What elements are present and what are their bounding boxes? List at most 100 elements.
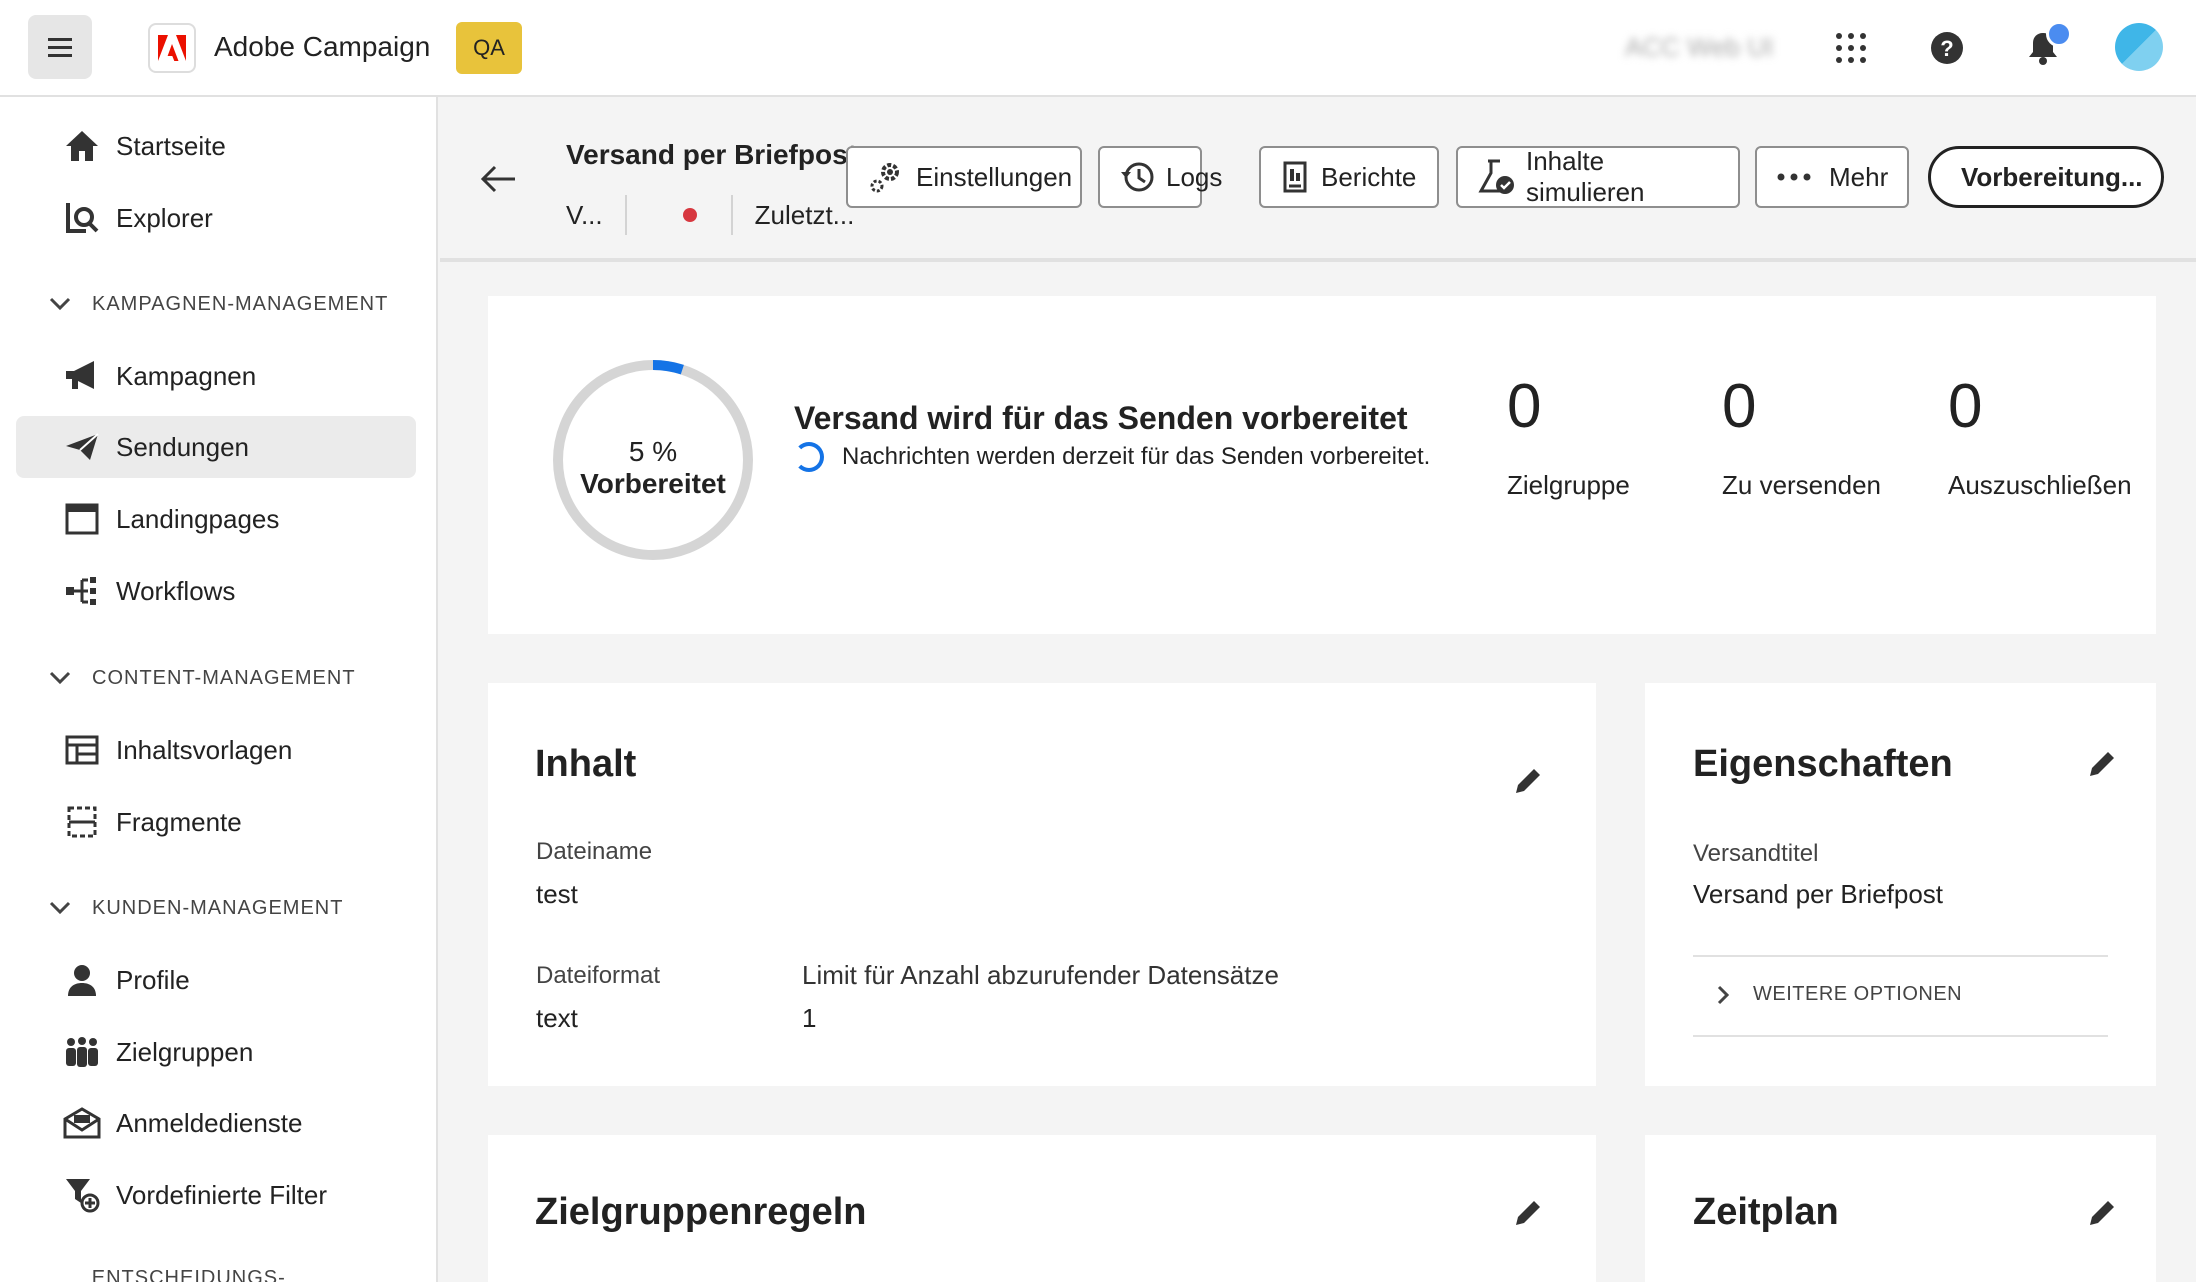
help-icon[interactable]: ? bbox=[1923, 24, 1971, 72]
status-subtitle: Nachrichten werden derzeit für das Sende… bbox=[842, 443, 1431, 470]
prepare-button[interactable]: Vorbereitung... bbox=[1928, 146, 2164, 208]
sidebar-item-label: Inhaltsvorlagen bbox=[116, 734, 293, 765]
edit-pencil-icon[interactable] bbox=[2082, 1193, 2122, 1233]
content-card: Inhalt Dateiname test Dateiformat text L… bbox=[488, 683, 1596, 1086]
status-dot-icon bbox=[682, 208, 697, 222]
more-options-label: WEITERE OPTIONEN bbox=[1753, 983, 1963, 1005]
beaker-icon bbox=[1478, 159, 1516, 195]
app-title[interactable]: Adobe Campaign bbox=[214, 31, 430, 63]
field-value: test bbox=[536, 879, 578, 909]
sidebar-item-zielgruppen[interactable]: Zielgruppen bbox=[16, 1021, 416, 1083]
menu-icon bbox=[48, 37, 72, 57]
sidebar-item-landingpages[interactable]: Landingpages bbox=[16, 488, 416, 550]
megaphone-icon bbox=[62, 356, 102, 396]
back-arrow-icon[interactable] bbox=[476, 157, 520, 201]
logs-button[interactable]: Logs bbox=[1098, 146, 1222, 208]
delivery-status-row: V... Zuletzt... bbox=[566, 195, 854, 235]
adobe-icon bbox=[158, 35, 186, 61]
last-modified-text: Zuletzt... bbox=[754, 199, 855, 230]
section-kunden-management[interactable]: KUNDEN-MANAGEMENT bbox=[46, 894, 343, 922]
explorer-icon bbox=[62, 198, 102, 238]
stat-auszuschliessen: 0 Auszuschließen bbox=[1948, 376, 2132, 501]
org-switcher[interactable]: ACC Web UI bbox=[1625, 32, 1773, 63]
settings-button[interactable]: Einstellungen bbox=[846, 146, 1082, 208]
filter-icon bbox=[62, 1175, 102, 1215]
chevron-down-icon bbox=[46, 290, 74, 318]
app-grid-icon[interactable] bbox=[1827, 24, 1875, 72]
chevron-down-icon bbox=[46, 894, 74, 922]
environment-badge: QA bbox=[456, 22, 522, 74]
stat-value: 0 bbox=[1507, 372, 1542, 441]
divider bbox=[730, 195, 733, 235]
gear-icon bbox=[868, 159, 906, 195]
stat-value: 0 bbox=[1722, 372, 1757, 441]
delivery-header: Versand per Briefpost V... Zuletzt... Ei… bbox=[440, 97, 2196, 262]
sidebar-item-label: Kampagnen bbox=[116, 360, 257, 391]
more-dots-icon bbox=[1777, 173, 1811, 181]
sidebar-item-kampagnen[interactable]: Kampagnen bbox=[16, 345, 416, 407]
field-label: Dateiname bbox=[536, 838, 653, 865]
report-icon bbox=[1281, 161, 1311, 193]
workflow-icon bbox=[62, 571, 102, 611]
section-kampagnen-management[interactable]: KAMPAGNEN-MANAGEMENT bbox=[46, 290, 388, 318]
chevron-right-icon bbox=[1717, 985, 1729, 1005]
user-avatar[interactable] bbox=[2115, 23, 2163, 71]
chevron-down-icon bbox=[46, 1276, 74, 1282]
sidebar-item-sendungen[interactable]: Sendungen bbox=[16, 416, 416, 478]
adobe-logo[interactable] bbox=[148, 23, 196, 73]
more-label: Mehr bbox=[1829, 161, 1889, 192]
sidebar-item-label: Zielgruppen bbox=[116, 1036, 254, 1067]
section-content-management[interactable]: CONTENT-MANAGEMENT bbox=[46, 664, 356, 692]
audience-icon bbox=[62, 1032, 102, 1072]
more-button[interactable]: Mehr bbox=[1755, 146, 1909, 208]
card-title: Eigenschaften bbox=[1693, 743, 1953, 785]
edit-pencil-icon[interactable] bbox=[2082, 744, 2122, 784]
home-icon bbox=[62, 126, 102, 166]
sidebar-item-workflows[interactable]: Workflows bbox=[16, 560, 416, 622]
edit-pencil-icon[interactable] bbox=[1508, 1193, 1548, 1233]
subscription-icon bbox=[62, 1103, 102, 1143]
field-label: Limit für Anzahl abzurufender Datensätze bbox=[802, 960, 1279, 990]
sidebar-item-label: Workflows bbox=[116, 575, 236, 606]
user-icon bbox=[62, 960, 102, 1000]
reports-label: Berichte bbox=[1321, 161, 1417, 192]
simulate-label: Inhalte simulieren bbox=[1526, 146, 1645, 207]
section-title: CONTENT-MANAGEMENT bbox=[92, 666, 356, 689]
sidebar-item-startseite[interactable]: Startseite bbox=[16, 115, 416, 177]
edit-pencil-icon[interactable] bbox=[1508, 761, 1548, 801]
send-icon bbox=[62, 427, 102, 467]
field-label: Versandtitel bbox=[1693, 840, 1819, 867]
progress-state: Vorbereitet bbox=[580, 468, 726, 499]
landingpage-icon bbox=[62, 499, 102, 539]
sidebar-item-label: Fragmente bbox=[116, 806, 242, 837]
field-value: text bbox=[536, 1003, 578, 1033]
sidebar-item-anmeldedienste[interactable]: Anmeldedienste bbox=[16, 1092, 416, 1154]
section-entscheidungs-management[interactable]: ENTSCHEIDUNGS-MANAGEMENT bbox=[46, 1267, 436, 1282]
sidebar-item-profile[interactable]: Profile bbox=[16, 949, 416, 1011]
simulate-content-button[interactable]: Inhalte simulieren bbox=[1456, 146, 1740, 208]
divider bbox=[624, 195, 627, 235]
stat-label: Zu versenden bbox=[1722, 470, 1881, 500]
svg-text:?: ? bbox=[1940, 36, 1953, 61]
sidebar-item-inhaltsvorlagen[interactable]: Inhaltsvorlagen bbox=[16, 719, 416, 781]
preparation-status-card: 5 % Vorbereitet Versand wird für das Sen… bbox=[488, 296, 2156, 634]
sidebar-item-vordefinierte-filter[interactable]: Vordefinierte Filter bbox=[16, 1164, 416, 1226]
field-label: Dateiformat bbox=[536, 962, 661, 989]
divider bbox=[1693, 1035, 2108, 1037]
hamburger-menu-button[interactable] bbox=[28, 15, 92, 79]
prepare-label: Vorbereitung... bbox=[1961, 161, 2143, 192]
sidebar-item-label: Profile bbox=[116, 964, 190, 995]
sidebar-item-label: Sendungen bbox=[116, 431, 250, 462]
sidebar-item-label: Landingpages bbox=[116, 503, 280, 534]
section-title: KUNDEN-MANAGEMENT bbox=[92, 896, 344, 919]
progress-percent: 5 % bbox=[628, 436, 678, 467]
schedule-card: Zeitplan bbox=[1645, 1135, 2156, 1282]
reports-button[interactable]: Berichte bbox=[1259, 146, 1439, 208]
sidebar-item-explorer[interactable]: Explorer bbox=[16, 187, 416, 249]
status-text: V... bbox=[566, 199, 603, 230]
section-title: KAMPAGNEN-MANAGEMENT bbox=[92, 292, 389, 315]
top-bar: Adobe Campaign QA ACC Web UI ? bbox=[0, 0, 2196, 97]
more-options-toggle[interactable]: WEITERE OPTIONEN bbox=[1717, 983, 1962, 1006]
sidebar-item-fragmente[interactable]: Fragmente bbox=[16, 791, 416, 853]
sidebar-item-label: Startseite bbox=[116, 130, 226, 161]
